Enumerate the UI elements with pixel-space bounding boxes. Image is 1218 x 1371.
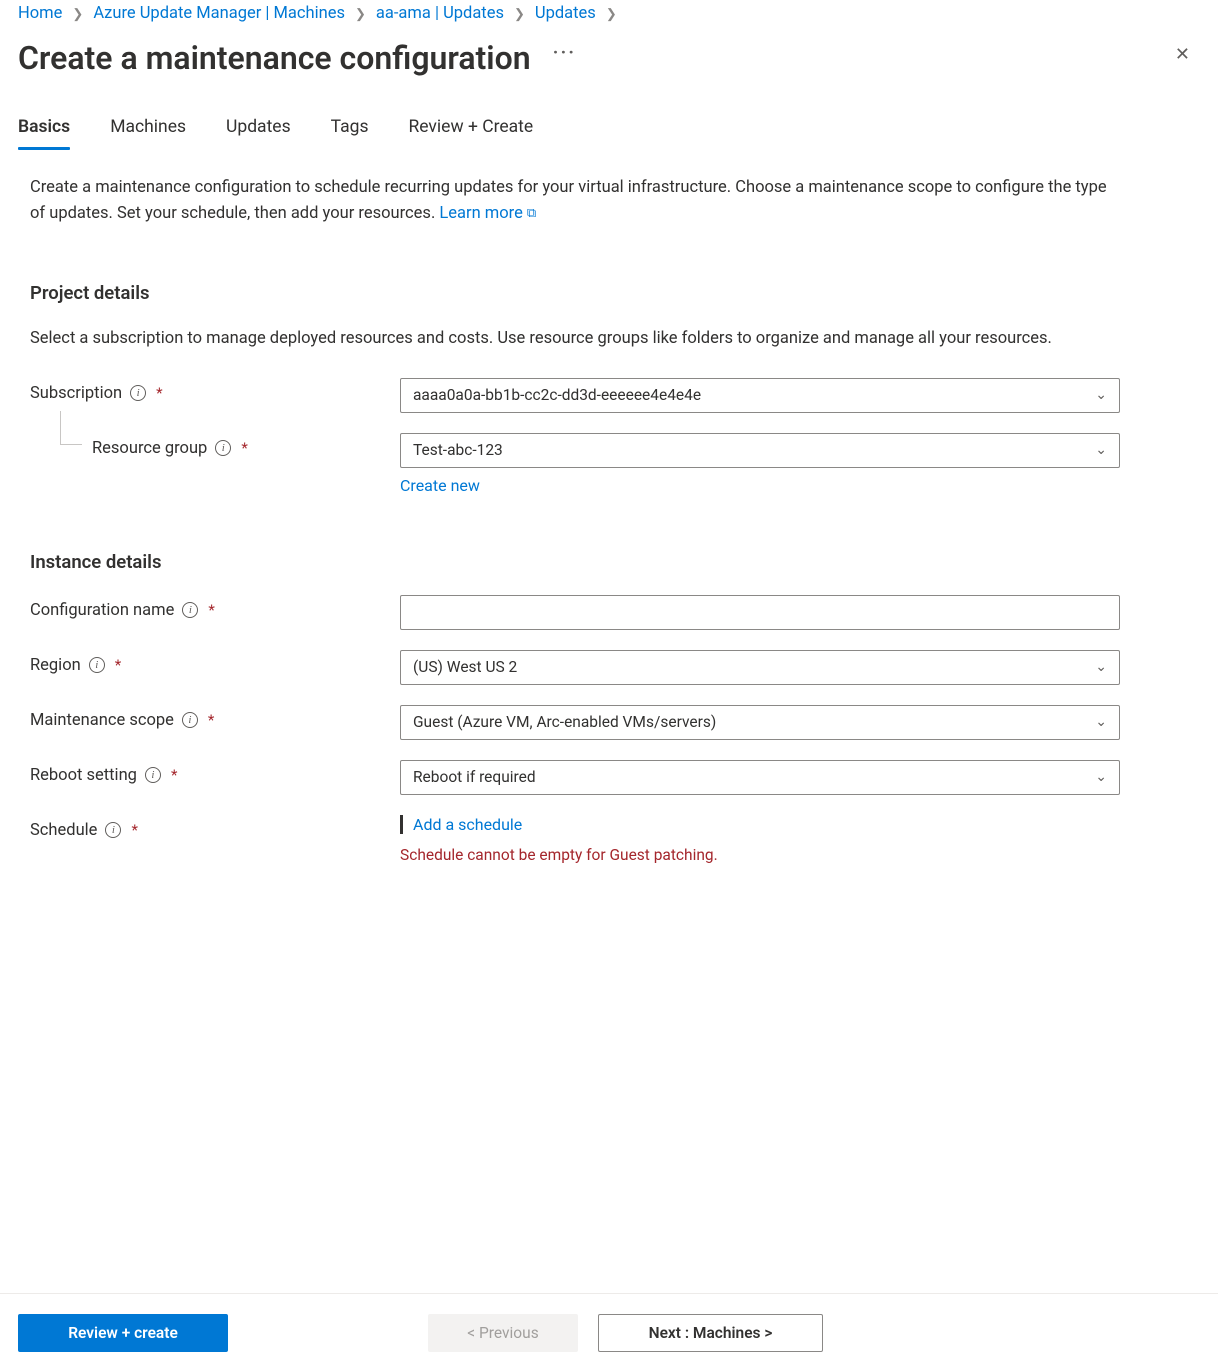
content-area: Create a maintenance configuration to sc… (0, 149, 1150, 864)
reboot-setting-value: Reboot if required (413, 768, 536, 786)
chevron-right-icon: ❯ (355, 7, 366, 22)
page-header: Create a maintenance configuration ··· ✕ (0, 23, 1218, 87)
configuration-name-input[interactable] (400, 595, 1120, 630)
info-icon[interactable]: i (182, 602, 198, 618)
breadcrumb-aa-ama[interactable]: aa-ama | Updates (376, 4, 504, 23)
maintenance-scope-label-text: Maintenance scope (30, 711, 174, 730)
reboot-setting-label: Reboot setting i * (30, 760, 400, 785)
project-details-heading: Project details (30, 282, 1120, 304)
external-link-icon: ⧉ (527, 206, 536, 221)
intro-body: Create a maintenance configuration to sc… (30, 178, 1107, 223)
reboot-setting-label-text: Reboot setting (30, 766, 137, 785)
tab-review-create[interactable]: Review + Create (408, 111, 533, 149)
subscription-label-text: Subscription (30, 384, 122, 403)
breadcrumb-updates[interactable]: Updates (535, 4, 596, 23)
chevron-right-icon: ❯ (514, 7, 525, 22)
schedule-row: Schedule i * Add a schedule Schedule can… (30, 815, 1120, 864)
configuration-name-label: Configuration name i * (30, 595, 400, 620)
chevron-down-icon: ⌄ (1095, 714, 1107, 730)
chevron-down-icon: ⌄ (1095, 659, 1107, 675)
region-row: Region i * (US) West US 2 ⌄ (30, 650, 1120, 685)
maintenance-scope-row: Maintenance scope i * Guest (Azure VM, A… (30, 705, 1120, 740)
add-schedule-link[interactable]: Add a schedule (413, 815, 522, 834)
configuration-name-row: Configuration name i * (30, 595, 1120, 630)
subscription-label: Subscription i * (30, 378, 400, 403)
subscription-select[interactable]: aaaa0a0a-bb1b-cc2c-dd3d-eeeeee4e4e4e ⌄ (400, 378, 1120, 413)
reboot-setting-row: Reboot setting i * Reboot if required ⌄ (30, 760, 1120, 795)
hierarchy-line-icon (60, 411, 82, 445)
breadcrumb: Home ❯ Azure Update Manager | Machines ❯… (0, 0, 1218, 23)
tabs: Basics Machines Updates Tags Review + Cr… (0, 87, 1218, 149)
region-label-text: Region (30, 656, 81, 675)
learn-more-link[interactable]: Learn more ⧉ (439, 204, 536, 223)
configuration-name-label-text: Configuration name (30, 601, 174, 620)
chevron-down-icon: ⌄ (1095, 769, 1107, 785)
learn-more-label: Learn more (439, 204, 522, 223)
resource-group-label: Resource group i * (30, 433, 400, 458)
info-icon[interactable]: i (89, 657, 105, 673)
close-icon[interactable]: ✕ (1165, 38, 1200, 71)
subscription-row: Subscription i * aaaa0a0a-bb1b-cc2c-dd3d… (30, 378, 1120, 413)
reboot-setting-select[interactable]: Reboot if required ⌄ (400, 760, 1120, 795)
schedule-error: Schedule cannot be empty for Guest patch… (400, 846, 1120, 864)
breadcrumb-home[interactable]: Home (18, 4, 62, 23)
chevron-right-icon: ❯ (606, 7, 617, 22)
maintenance-scope-select[interactable]: Guest (Azure VM, Arc-enabled VMs/servers… (400, 705, 1120, 740)
subscription-value: aaaa0a0a-bb1b-cc2c-dd3d-eeeeee4e4e4e (413, 386, 701, 404)
intro-text: Create a maintenance configuration to sc… (30, 175, 1120, 226)
maintenance-scope-value: Guest (Azure VM, Arc-enabled VMs/servers… (413, 713, 716, 731)
region-label: Region i * (30, 650, 400, 675)
required-icon: * (241, 439, 247, 457)
info-icon[interactable]: i (130, 385, 146, 401)
info-icon[interactable]: i (182, 712, 198, 728)
tab-basics[interactable]: Basics (18, 111, 70, 149)
tab-machines[interactable]: Machines (110, 111, 186, 149)
info-icon[interactable]: i (145, 767, 161, 783)
resource-group-row: Resource group i * Test-abc-123 ⌄ Create… (30, 433, 1120, 495)
tab-updates[interactable]: Updates (226, 111, 291, 149)
region-select[interactable]: (US) West US 2 ⌄ (400, 650, 1120, 685)
maintenance-scope-label: Maintenance scope i * (30, 705, 400, 730)
tab-tags[interactable]: Tags (331, 111, 369, 149)
chevron-down-icon: ⌄ (1095, 387, 1107, 403)
required-icon: * (131, 821, 137, 839)
next-button[interactable]: Next : Machines > (598, 1314, 823, 1352)
schedule-label-text: Schedule (30, 821, 97, 840)
required-icon: * (115, 656, 121, 674)
breadcrumb-update-manager[interactable]: Azure Update Manager | Machines (93, 4, 345, 23)
create-new-link[interactable]: Create new (400, 476, 1120, 495)
schedule-label: Schedule i * (30, 815, 400, 840)
required-icon: * (156, 384, 162, 402)
page-title-text: Create a maintenance configuration (18, 39, 531, 77)
resource-group-select[interactable]: Test-abc-123 ⌄ (400, 433, 1120, 468)
footer: Review + create < Previous Next : Machin… (0, 1293, 1218, 1371)
project-details-desc: Select a subscription to manage deployed… (30, 326, 1120, 352)
schedule-block: Add a schedule (400, 815, 1120, 834)
info-icon[interactable]: i (215, 440, 231, 456)
more-actions-icon[interactable]: ··· (553, 40, 577, 64)
required-icon: * (171, 766, 177, 784)
resource-group-value: Test-abc-123 (413, 441, 503, 459)
previous-button: < Previous (428, 1314, 578, 1352)
instance-details-heading: Instance details (30, 551, 1120, 573)
page-title: Create a maintenance configuration ··· (18, 39, 576, 77)
region-value: (US) West US 2 (413, 658, 517, 676)
resource-group-label-text: Resource group (92, 439, 207, 458)
review-create-button[interactable]: Review + create (18, 1314, 228, 1352)
chevron-right-icon: ❯ (72, 7, 83, 22)
info-icon[interactable]: i (105, 822, 121, 838)
chevron-down-icon: ⌄ (1095, 442, 1107, 458)
required-icon: * (208, 711, 214, 729)
required-icon: * (208, 601, 214, 619)
